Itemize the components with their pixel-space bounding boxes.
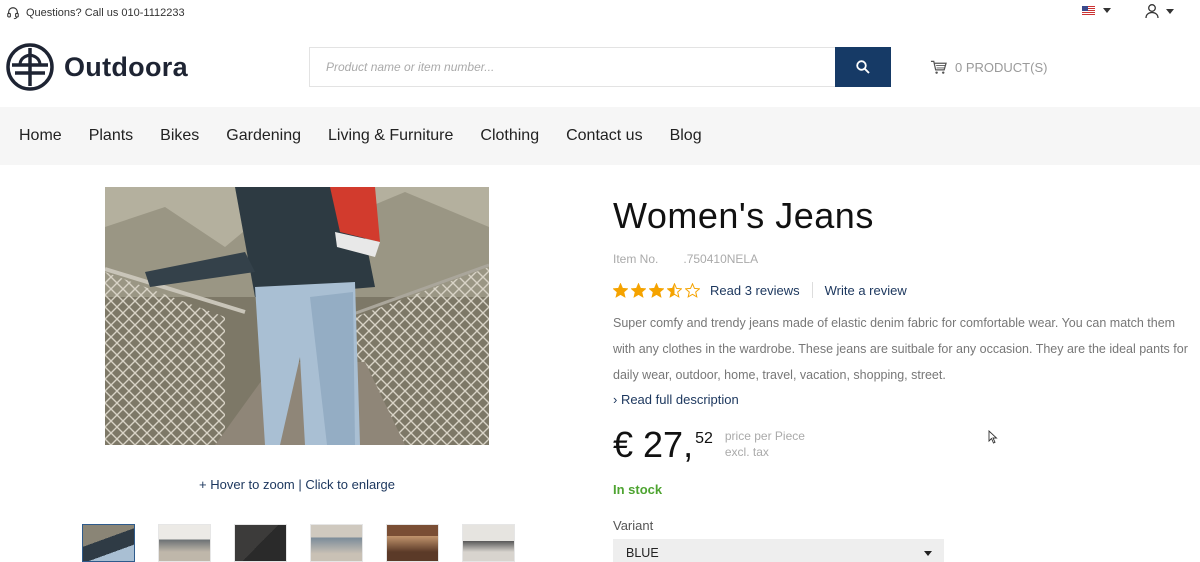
nav-item-contact[interactable]: Contact us (566, 127, 642, 145)
logo-text: Outdoora (64, 51, 188, 82)
read-full-description-link[interactable]: › Read full description (613, 392, 739, 407)
help-contact: Questions? Call us 010-1112233 (6, 6, 185, 20)
price-cents: 52 (695, 430, 713, 447)
price-unit-info: price per Piece excl. tax (725, 428, 805, 460)
nav-item-bikes[interactable]: Bikes (160, 127, 199, 145)
thumbnail-strip (82, 524, 515, 562)
star-filled-icon (631, 282, 646, 298)
help-text: Questions? Call us 010-1112233 (26, 7, 185, 19)
account-menu[interactable] (1144, 3, 1174, 19)
star-half-icon (667, 282, 682, 298)
chevron-down-icon (1166, 8, 1174, 14)
thumbnail[interactable] (386, 524, 439, 562)
us-flag-icon (1082, 6, 1095, 15)
thumbnail[interactable] (158, 524, 211, 562)
variant-label: Variant (613, 518, 654, 533)
star-filled-icon (649, 282, 664, 298)
stock-status: In stock (613, 482, 663, 497)
read-reviews-link[interactable]: Read 3 reviews (710, 283, 800, 298)
rating-row: Read 3 reviews Write a review (613, 282, 907, 298)
search-icon (856, 60, 870, 74)
search-button[interactable] (835, 47, 891, 87)
star-empty-icon (685, 282, 700, 298)
item-number-label: Item No. (613, 252, 659, 266)
star-rating (613, 282, 700, 298)
hover-zoom-link[interactable]: + Hover to zoom (199, 477, 295, 492)
product-main-image[interactable] (105, 187, 489, 445)
tree-logo-icon (6, 43, 54, 91)
nav-item-living-furniture[interactable]: Living & Furniture (328, 127, 453, 145)
cart-count: 0 PRODUCT(S) (955, 59, 1048, 75)
nav-item-clothing[interactable]: Clothing (480, 127, 539, 145)
language-selector[interactable] (1082, 6, 1111, 15)
nav-item-blog[interactable]: Blog (670, 127, 702, 145)
price-main: € 27, (613, 424, 694, 465)
chevron-down-icon (1103, 8, 1111, 13)
chevron-down-icon (924, 550, 932, 556)
site-logo[interactable]: Outdoora (6, 43, 188, 91)
star-filled-icon (613, 282, 628, 298)
thumbnail[interactable] (82, 524, 135, 562)
price-tax-label: excl. tax (724, 445, 769, 459)
item-number: Item No. .750410NELA (613, 252, 758, 266)
cart-button[interactable]: 0 PRODUCT(S) (930, 59, 1047, 75)
nav-item-gardening[interactable]: Gardening (226, 127, 301, 145)
click-enlarge-link[interactable]: Click to enlarge (305, 477, 395, 492)
user-icon (1145, 4, 1159, 19)
write-review-link[interactable]: Write a review (825, 283, 907, 298)
thumbnail[interactable] (234, 524, 287, 562)
variant-select[interactable]: BLUE (613, 539, 944, 562)
thumbnail[interactable] (310, 524, 363, 562)
zoom-hint-separator: | (294, 477, 306, 492)
mouse-cursor-icon (988, 430, 998, 444)
item-number-value: .750410NELA (683, 252, 759, 266)
price-per-label: price per Piece (724, 429, 805, 443)
search-input[interactable] (310, 48, 835, 86)
headset-icon (7, 7, 19, 20)
nav-item-plants[interactable]: Plants (89, 127, 133, 145)
product-description: Super comfy and trendy jeans made of ela… (613, 316, 1188, 382)
product-title: Women's Jeans (613, 195, 874, 236)
thumbnail[interactable] (462, 524, 515, 562)
zoom-hint: + Hover to zoom | Click to enlarge (105, 477, 489, 492)
main-navigation: Home Plants Bikes Gardening Living & Fur… (0, 107, 1200, 165)
price-block: € 27, 52 price per Piece excl. tax (613, 424, 805, 466)
variant-value: BLUE (626, 546, 659, 560)
nav-item-home[interactable]: Home (19, 127, 62, 145)
search-bar (309, 47, 891, 87)
top-bar: Questions? Call us 010-1112233 (0, 0, 1200, 26)
divider (811, 282, 813, 298)
cart-icon (930, 60, 947, 74)
